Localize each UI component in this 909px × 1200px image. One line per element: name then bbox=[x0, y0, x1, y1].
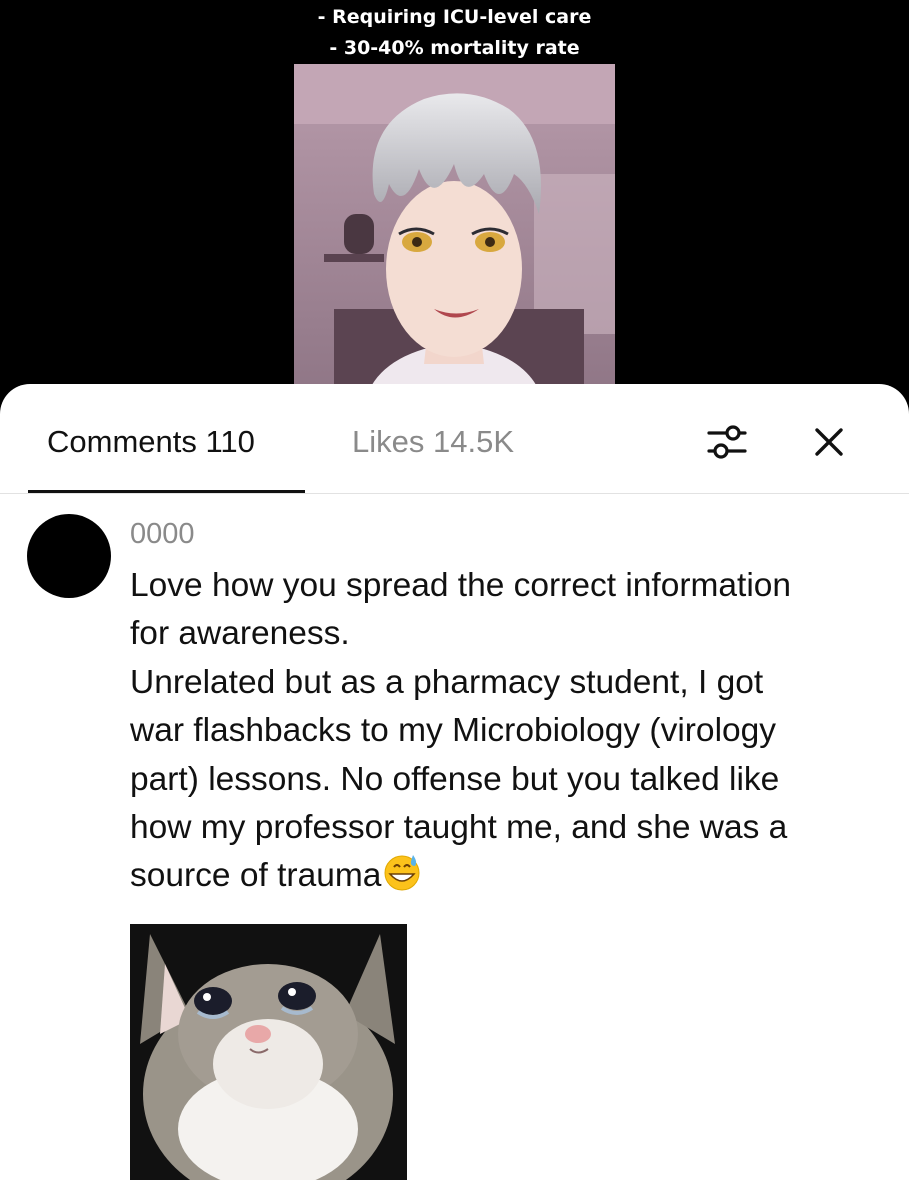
filter-button[interactable] bbox=[704, 420, 750, 464]
commenter-avatar[interactable] bbox=[27, 514, 111, 598]
video-frame-anime-character bbox=[294, 64, 615, 404]
comment-body: Love how you spread the correct informat… bbox=[130, 562, 890, 901]
grinning-face-with-sweat-emoji bbox=[384, 855, 420, 891]
close-button[interactable] bbox=[806, 420, 852, 464]
comments-sheet: Comments 110 Likes 14.5K 0000 Love how y… bbox=[0, 384, 909, 1200]
close-icon bbox=[815, 428, 843, 456]
video-caption-line-2: - 30-40% mortality rate bbox=[329, 37, 580, 59]
tab-likes[interactable]: Likes 14.5K bbox=[352, 424, 514, 460]
comment-attachment-crying-cat[interactable] bbox=[130, 924, 407, 1180]
sliders-icon bbox=[707, 425, 747, 459]
tab-comments[interactable]: Comments 110 bbox=[47, 424, 255, 460]
comment-paragraph-2: Unrelated but as a pharmacy student, I g… bbox=[130, 663, 788, 895]
video-player[interactable]: - Requiring ICU-level care - 30-40% mort… bbox=[0, 0, 909, 420]
tab-divider bbox=[0, 493, 909, 494]
comment-paragraph-1: Love how you spread the correct informat… bbox=[130, 567, 792, 653]
comment-username[interactable]: 0000 bbox=[130, 518, 195, 551]
video-caption-line-1: - Requiring ICU-level care bbox=[317, 6, 592, 28]
